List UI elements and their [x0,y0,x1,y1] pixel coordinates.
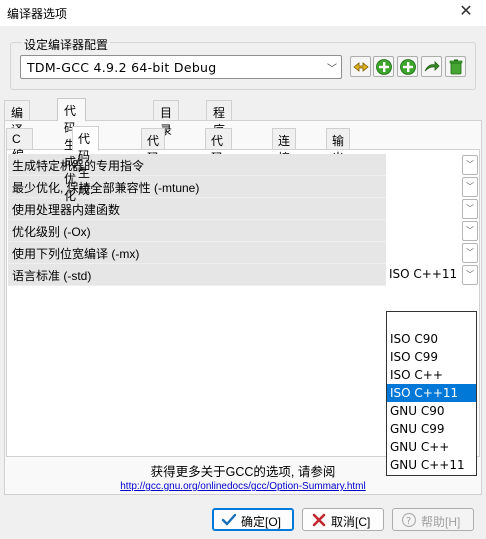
dropdown-option[interactable]: GNU C90 [387,402,476,420]
option-label: 优化级别 (-Ox) [8,220,386,242]
option-value-cell[interactable]: ﹀ [386,242,478,264]
dropdown-option[interactable]: ISO C++ [387,366,476,384]
add-profile-button-2[interactable] [397,56,418,77]
option-value: ISO C++11 [389,267,458,281]
tab-directories[interactable]: 目录 [153,100,180,137]
chevron-down-icon[interactable]: ﹀ [462,155,478,175]
find-compiler-icon [424,61,440,72]
option-label: 语言标准 (-std) [8,264,386,286]
cancel-button[interactable]: 取消[C] [302,508,384,531]
cancel-button-label: 取消[C] [331,515,371,529]
add-profile-button[interactable] [373,56,394,77]
chevron-down-icon[interactable]: ﹀ [462,243,478,263]
tab-code-warnings[interactable]: 代码警告 [141,128,166,199]
compiler-set-value: TDM-GCC 4.9.2 64-bit Debug [27,60,217,75]
option-value-cell[interactable]: ﹀ [386,176,478,198]
title-bar: 编译器选项 ✕ [0,0,486,26]
help-icon: ? [401,512,417,528]
tab-compiler[interactable]: 编译器 [4,100,31,154]
option-value-cell[interactable]: ﹀ [386,198,478,220]
dropdown-option[interactable]: GNU C99 [387,420,476,438]
svg-text:?: ? [406,516,411,527]
language-standard-dropdown-list[interactable]: ISO C90 ISO C99 ISO C++ ISO C++11 GNU C9… [386,311,477,476]
option-label: 使用下列位宽编译 (-mx) [8,242,386,264]
close-icon[interactable]: ✕ [452,0,480,26]
dropdown-option[interactable]: ISO C90 [387,330,476,348]
compiler-set-label: 设定编译器配置 [22,36,111,53]
dropdown-option[interactable] [387,312,476,330]
rename-profile-icon [353,62,369,72]
option-row: 使用下列位宽编译 (-mx) ﹀ [8,242,478,264]
chevron-down-icon[interactable]: ﹀ [462,199,478,219]
option-row: 使用处理器内建函数 ﹀ [8,198,478,220]
tab-code-generation[interactable]: 代码生成: [72,126,100,197]
help-button-label: 帮助[H] [421,515,461,529]
tab-programs[interactable]: 程序 [206,100,233,137]
find-compiler-button[interactable] [421,56,442,77]
compiler-set-combo[interactable]: TDM-GCC 4.9.2 64-bit Debug ﹀ [20,55,342,79]
option-row: 语言标准 (-std) ISO C++11 ﹀ [8,264,478,286]
tab-output[interactable]: 输出 [326,128,351,165]
rename-profile-button[interactable] [350,56,371,77]
dropdown-option[interactable]: ISO C99 [387,348,476,366]
delete-profile-button[interactable] [445,56,466,77]
chevron-down-icon[interactable]: ﹀ [462,177,478,197]
chevron-down-icon[interactable]: ﹀ [462,265,478,285]
option-value-cell[interactable]: ﹀ [386,154,478,176]
dropdown-option[interactable]: GNU C++ [387,438,476,456]
add-profile-icon [376,59,392,75]
gcc-options-link[interactable]: http://gcc.gnu.org/onlinedocs/gcc/Option… [0,481,486,492]
add-profile-icon-2 [400,59,416,75]
ok-button-label: 确定[O] [241,515,282,529]
chevron-down-icon: ﹀ [327,64,337,75]
ok-button[interactable]: 确定[O] [212,508,294,531]
option-row: 优化级别 (-Ox) ﹀ [8,220,478,242]
tab-c-compiler[interactable]: C 编译器: [6,128,34,196]
option-value-cell[interactable]: ISO C++11 ﹀ [386,264,478,286]
help-button[interactable]: ? 帮助[H] [392,508,474,531]
delete-profile-icon [449,59,463,75]
tab-linker[interactable]: 连接器 [272,128,297,182]
cross-icon [312,513,326,527]
tab-code-profiling[interactable]: 代码性能: [205,128,233,199]
checkmark-icon [221,513,237,526]
dropdown-option-selected[interactable]: ISO C++11 [387,384,476,402]
window-title: 编译器选项 [7,7,68,21]
more-info-text: 获得更多关于GCC的选项, 请参阅 [150,465,336,479]
chevron-down-icon[interactable]: ﹀ [462,221,478,241]
option-value-cell[interactable]: ﹀ [386,220,478,242]
tab-codegen-optimize[interactable]: 代码生成/优化 [57,98,87,203]
